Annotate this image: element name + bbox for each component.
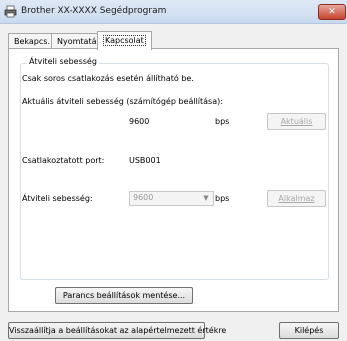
speed-label: Átviteli sebesség:	[22, 194, 93, 203]
chevron-down-icon: ▼	[203, 194, 209, 202]
current-speed-unit: bps	[215, 117, 230, 126]
speed-select[interactable]: 9600 ▼	[129, 191, 214, 206]
tab-panel-kapcsolat: Átviteli sebesség Csak soros csatlakozás…	[8, 48, 339, 312]
apply-button[interactable]: Alkalmaz	[267, 190, 326, 207]
group-title: Átviteli sebesség	[27, 57, 99, 66]
current-speed-label: Aktuális átviteli sebesség (számítógép b…	[22, 97, 223, 106]
title-bar: Brother XX-XXXX Segédprogram ✕	[0, 0, 347, 24]
save-commands-button[interactable]: Parancs beállítások mentése...	[55, 287, 193, 304]
exit-button[interactable]: Kilépés	[279, 322, 339, 339]
transfer-speed-group	[20, 63, 329, 280]
tab-bekapcs[interactable]: Bekapcs.	[8, 33, 56, 49]
current-speed-value: 9600	[129, 117, 150, 126]
current-button[interactable]: Aktuális	[267, 113, 326, 130]
reset-defaults-button[interactable]: Visszaállítja a beállításokat az alapért…	[8, 322, 226, 339]
tab-kapcsolat-label: Kapcsolat	[103, 35, 146, 46]
window-title: Brother XX-XXXX Segédprogram	[21, 6, 167, 16]
speed-unit: bps	[215, 194, 230, 203]
serial-only-note: Csak soros csatlakozás esetén állítható …	[22, 74, 194, 83]
close-button[interactable]: ✕	[318, 4, 346, 20]
speed-select-value: 9600	[133, 193, 154, 202]
port-label: Csatlakoztatott port:	[22, 156, 105, 165]
port-value: USB001	[129, 156, 161, 165]
printer-app-icon	[4, 5, 17, 18]
tab-kapcsolat[interactable]: Kapcsolat	[97, 31, 152, 50]
